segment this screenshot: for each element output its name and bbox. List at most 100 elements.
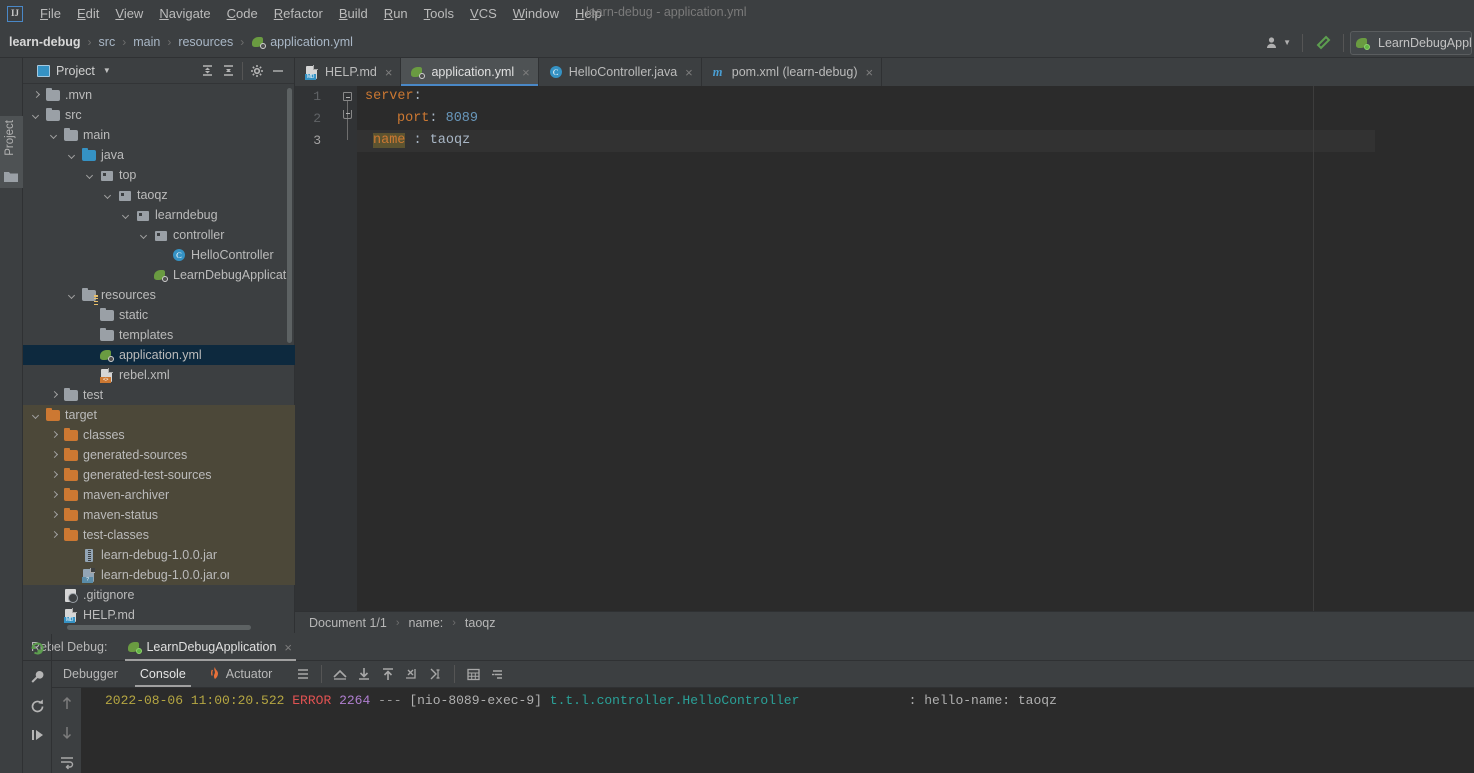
menu-view[interactable]: View <box>107 4 151 23</box>
menu-window[interactable]: Window <box>505 4 567 23</box>
tab-console[interactable]: Console <box>129 661 197 687</box>
settings-list-icon[interactable] <box>485 662 509 686</box>
tree-item-learn-debug-1-0-0-jar[interactable]: learn-debug-1.0.0.jar <box>23 545 295 565</box>
menu-refactor[interactable]: Refactor <box>266 4 331 23</box>
code-line-2[interactable]: port: 8089 <box>357 108 478 130</box>
scroll-to-end-icon[interactable] <box>352 662 376 686</box>
tree-item-static[interactable]: static <box>23 305 295 325</box>
tree-item-controller[interactable]: controller <box>23 225 295 245</box>
user-account-icon[interactable]: ▼ <box>1260 32 1296 54</box>
tree-item-learn-debug-1-0-0-jar-original[interactable]: ? learn-debug-1.0.0.jar.original <box>23 565 295 585</box>
chevron-right-icon[interactable] <box>49 390 60 401</box>
tab-actuator[interactable]: Actuator <box>197 661 284 687</box>
tree-item-generated-test-sources[interactable]: generated-test-sources <box>23 465 295 485</box>
close-icon[interactable]: × <box>866 66 874 79</box>
menu-navigate[interactable]: Navigate <box>151 4 218 23</box>
soft-wrap-toggle-icon[interactable] <box>56 751 78 773</box>
up-arrow-icon[interactable] <box>56 692 78 714</box>
menu-tools[interactable]: Tools <box>416 4 462 23</box>
editor-gutter[interactable]: 1 2 3 <box>295 86 357 611</box>
chevron-right-icon[interactable] <box>49 530 60 541</box>
tree-item-test-classes[interactable]: test-classes <box>23 525 295 545</box>
tree-item-classes[interactable]: classes <box>23 425 295 445</box>
tree-item-generated-sources[interactable]: generated-sources <box>23 445 295 465</box>
menu-file[interactable]: File <box>32 4 69 23</box>
resume-icon[interactable] <box>26 724 48 746</box>
tree-item-java[interactable]: java <box>23 145 295 165</box>
tree-item-hellocontroller[interactable]: C HelloController <box>23 245 295 265</box>
close-icon[interactable]: × <box>284 640 292 655</box>
menu-edit[interactable]: Edit <box>69 4 107 23</box>
tree-item-learndebugapplicati[interactable]: LearnDebugApplicati <box>23 265 295 285</box>
hide-panel-icon[interactable] <box>268 61 288 81</box>
tree-vertical-scrollbar[interactable] <box>287 88 292 343</box>
editor-tab-hellocontroller-java[interactable]: C HelloController.java × <box>539 58 702 86</box>
editor-code-area[interactable]: server: port: 8089 name : taoqz <box>357 86 1474 611</box>
chevron-right-icon[interactable] <box>49 510 60 521</box>
editor-tab-pom-xml-learn-debug[interactable]: m pom.xml (learn-debug) × <box>702 58 883 86</box>
close-icon[interactable]: × <box>385 66 393 79</box>
settings-gear-icon[interactable] <box>247 61 267 81</box>
lines-menu-icon[interactable] <box>291 662 315 686</box>
chevron-right-icon[interactable] <box>49 490 60 501</box>
breadcrumb-application-yml[interactable]: application.yml <box>251 34 353 50</box>
close-icon[interactable]: × <box>685 66 693 79</box>
breadcrumb-main[interactable]: main <box>133 35 160 49</box>
tree-item-mvn[interactable]: .mvn <box>23 85 295 105</box>
tree-item-maven-archiver[interactable]: maven-archiver <box>23 485 295 505</box>
breadcrumb-project[interactable]: learn-debug <box>9 35 81 49</box>
menu-vcs[interactable]: VCS <box>462 4 505 23</box>
code-line-1[interactable]: server: <box>357 86 422 108</box>
chevron-down-icon[interactable] <box>103 190 114 201</box>
status-breadcrumb-value[interactable]: taoqz <box>465 616 496 630</box>
print-icon[interactable] <box>400 662 424 686</box>
chevron-right-icon[interactable] <box>49 470 60 481</box>
collapse-all-icon[interactable] <box>218 61 238 81</box>
tool-window-button-project[interactable]: Project <box>4 120 16 156</box>
build-hammer-icon[interactable] <box>1309 32 1337 54</box>
tree-item-templates[interactable]: templates <box>23 325 295 345</box>
tree-item-taoqz[interactable]: taoqz <box>23 185 295 205</box>
chevron-down-icon[interactable] <box>121 210 132 221</box>
clear-all-icon[interactable] <box>424 662 448 686</box>
breadcrumb-resources[interactable]: resources <box>178 35 233 49</box>
debug-session-tab[interactable]: LearnDebugApplication × <box>125 634 296 661</box>
chevron-down-icon[interactable] <box>31 110 42 121</box>
chevron-down-icon[interactable] <box>85 170 96 181</box>
chevron-down-icon[interactable] <box>67 150 78 161</box>
tree-item-maven-status[interactable]: maven-status <box>23 505 295 525</box>
menu-build[interactable]: Build <box>331 4 376 23</box>
restart-icon[interactable] <box>26 695 48 717</box>
tree-item-test[interactable]: test <box>23 385 295 405</box>
tree-item-learndebug[interactable]: learndebug <box>23 205 295 225</box>
tree-item-gitignore[interactable]: .gitignore <box>23 585 295 605</box>
status-breadcrumb-key[interactable]: name: <box>409 616 444 630</box>
code-editor[interactable]: 1 2 3 server: port: 8089 name : taoqz <box>295 86 1474 611</box>
chevron-down-icon[interactable] <box>139 230 150 241</box>
chevron-down-icon[interactable] <box>31 410 42 421</box>
scroll-to-top-icon[interactable] <box>376 662 400 686</box>
chevron-right-icon[interactable] <box>49 450 60 461</box>
tab-debugger[interactable]: Debugger <box>52 661 129 687</box>
chevron-down-icon[interactable]: ▼ <box>103 66 111 75</box>
editor-tab-application-yml[interactable]: application.yml × <box>401 58 539 86</box>
console-output[interactable]: 2022-08-06 11:00:20.522 ERROR 2264 --- [… <box>81 688 1474 773</box>
expand-all-icon[interactable] <box>197 61 217 81</box>
tree-item-main[interactable]: main <box>23 125 295 145</box>
menu-run[interactable]: Run <box>376 4 416 23</box>
tree-item-resources[interactable]: resources <box>23 285 295 306</box>
tree-item-rebel-xml[interactable]: <> rebel.xml <box>23 365 295 385</box>
tree-item-src[interactable]: src <box>23 105 295 125</box>
tree-horizontal-scrollbar[interactable] <box>67 625 251 630</box>
soft-wrap-icon[interactable] <box>328 662 352 686</box>
editor-tab-help-md[interactable]: MD HELP.md × <box>295 58 402 86</box>
grid-icon[interactable] <box>461 662 485 686</box>
down-arrow-icon[interactable] <box>56 722 78 744</box>
tree-item-top[interactable]: top <box>23 165 295 185</box>
close-icon[interactable]: × <box>522 66 530 79</box>
rerun-icon[interactable] <box>26 637 48 659</box>
fold-collapse-icon[interactable] <box>343 92 352 101</box>
breadcrumb-src[interactable]: src <box>99 35 116 49</box>
wrench-icon[interactable] <box>26 666 48 688</box>
tree-item-target[interactable]: target <box>23 405 295 425</box>
